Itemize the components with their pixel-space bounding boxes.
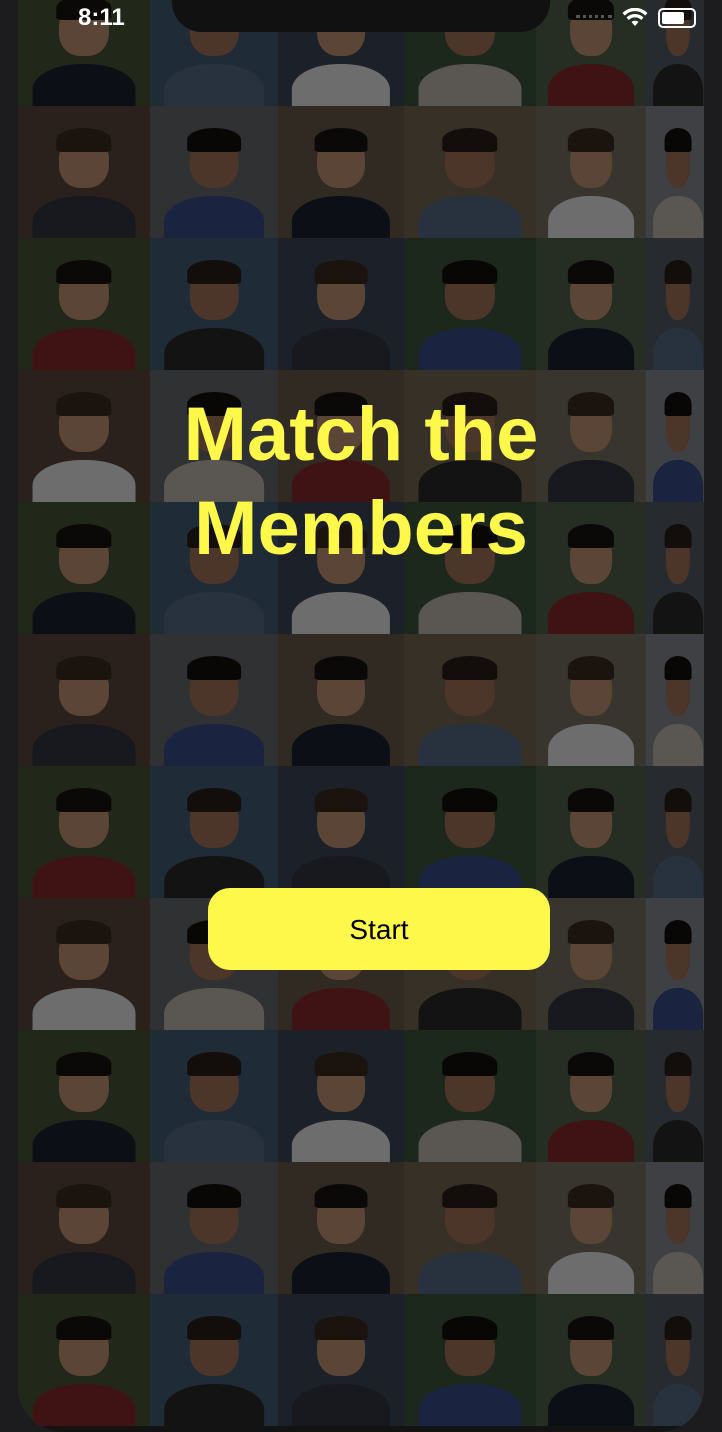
status-icons [576,8,696,28]
start-button[interactable]: Start [208,888,550,970]
battery-level [662,12,684,24]
status-time: 8:11 [78,4,125,31]
screen: Match the Members Start [18,0,704,1432]
page-title: Match the Members [18,388,704,576]
title-line-1: Match the [183,392,539,477]
battery-icon [658,8,696,28]
title-line-2: Members [194,486,528,571]
cellular-dots-icon [576,14,612,22]
wifi-icon [622,8,648,26]
device-notch [172,0,550,32]
device-frame: Match the Members Start 8:11 [0,0,722,1432]
dim-overlay [18,0,704,1432]
